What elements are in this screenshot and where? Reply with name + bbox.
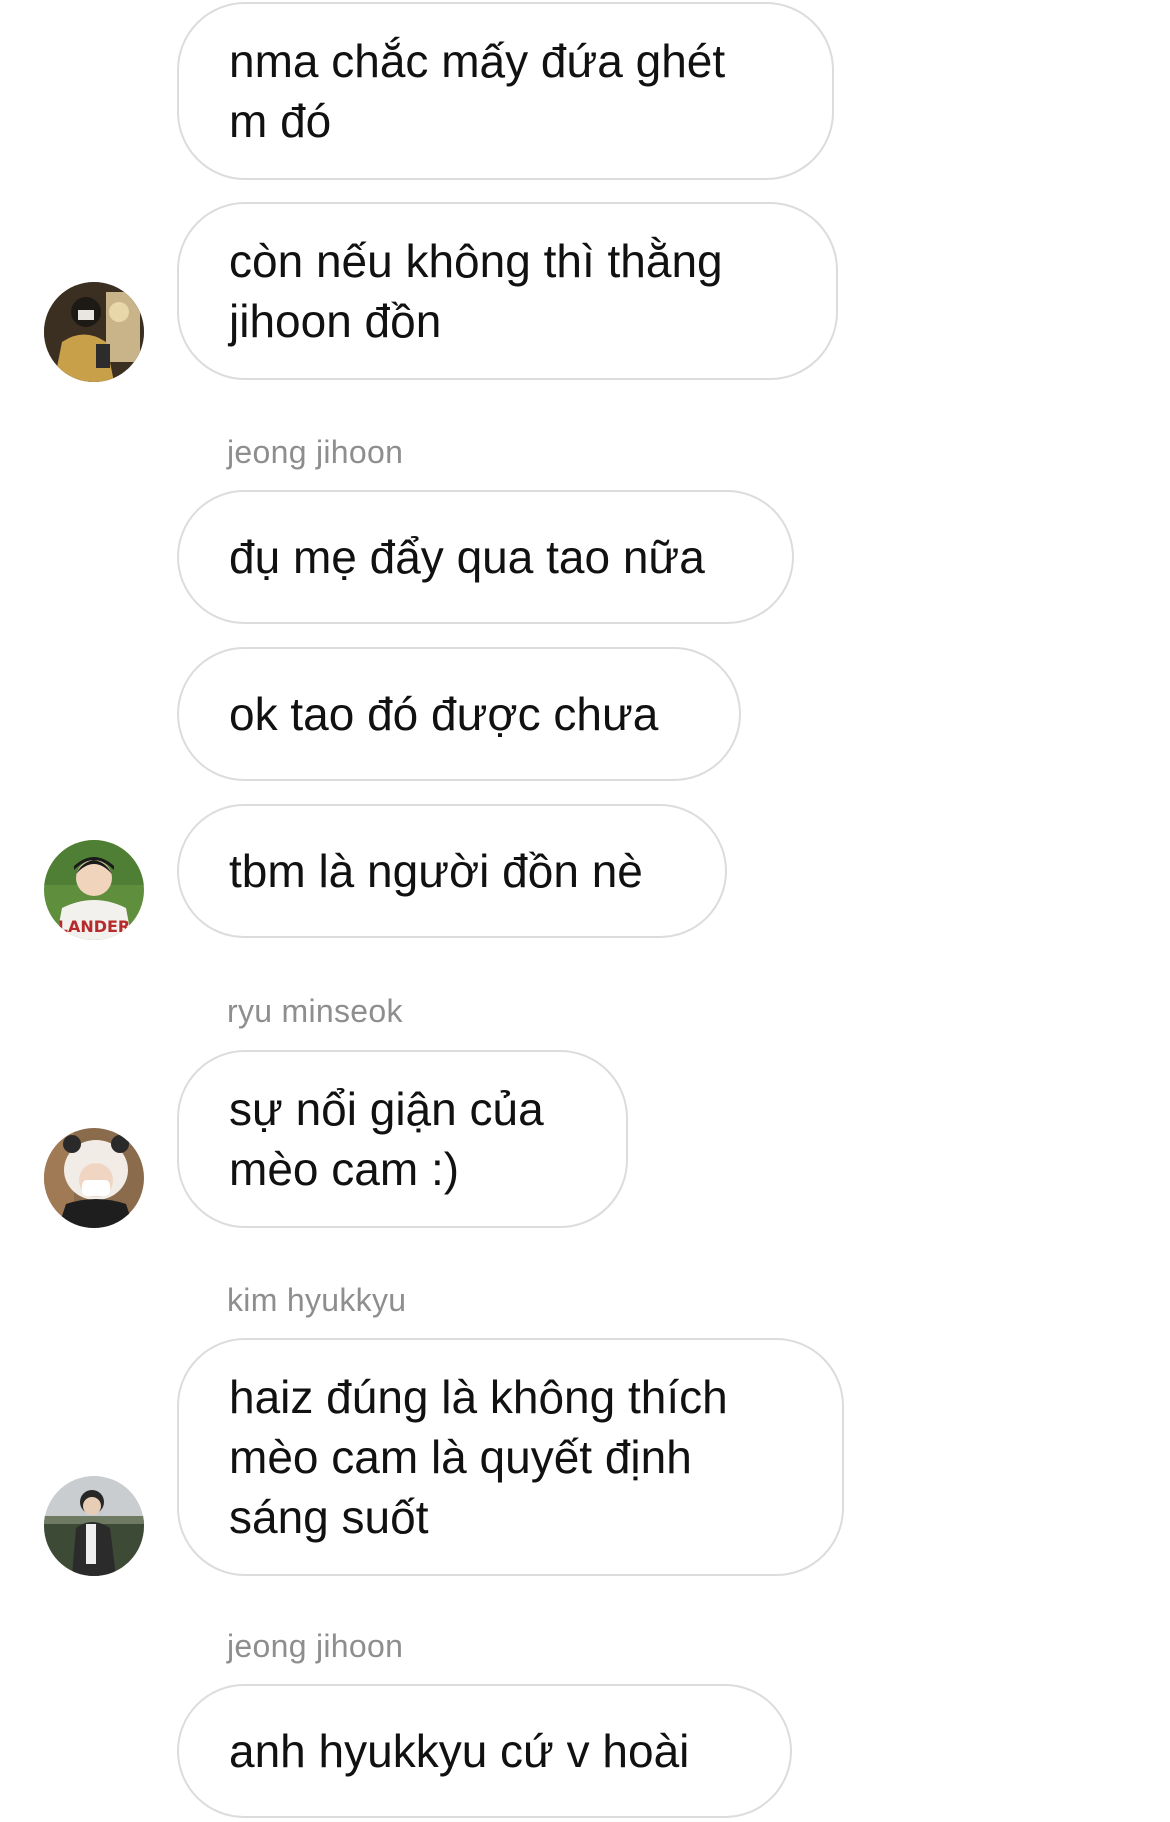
- message-text: còn nếu không thì thằng jihoon đồn: [229, 235, 723, 347]
- message-text: anh hyukkyu cứ v hoài: [229, 1725, 690, 1777]
- message-bubble[interactable]: anh hyukkyu cứ v hoài: [177, 1684, 792, 1818]
- message-text: ok tao đó được chưa: [229, 688, 659, 740]
- user-avatar-photo-icon: [44, 1128, 144, 1228]
- message-text: nma chắc mấy đứa ghét m đó: [229, 35, 726, 147]
- avatar[interactable]: [44, 1128, 144, 1228]
- message-bubble[interactable]: còn nếu không thì thằng jihoon đồn: [177, 202, 838, 380]
- message-bubble[interactable]: ok tao đó được chưa: [177, 647, 741, 781]
- message-bubble[interactable]: nma chắc mấy đứa ghét m đó: [177, 2, 834, 180]
- avatar[interactable]: [44, 1476, 144, 1576]
- chat-thread: nma chắc mấy đứa ghét m đó còn nếu không…: [0, 0, 1170, 1822]
- user-avatar-photo-icon: [44, 282, 144, 382]
- message-text: đụ mẹ đẩy qua tao nữa: [229, 531, 705, 583]
- user-avatar-photo-icon: [44, 1476, 144, 1576]
- sender-name: jeong jihoon: [227, 434, 404, 470]
- user-avatar-photo-icon: LANDER: [44, 840, 144, 940]
- message-text: haiz đúng là không thích mèo cam là quyế…: [229, 1371, 728, 1543]
- sender-name: ryu minseok: [227, 993, 403, 1029]
- sender-name: kim hyukkyu: [227, 1282, 407, 1318]
- message-text: tbm là người đồn nè: [229, 845, 643, 897]
- message-text: sự nổi giận của mèo cam :): [229, 1083, 544, 1195]
- message-bubble[interactable]: haiz đúng là không thích mèo cam là quyế…: [177, 1338, 844, 1576]
- avatar[interactable]: LANDER: [44, 840, 144, 940]
- svg-text:LANDER: LANDER: [58, 917, 131, 936]
- message-bubble[interactable]: sự nổi giận của mèo cam :): [177, 1050, 628, 1228]
- message-bubble[interactable]: đụ mẹ đẩy qua tao nữa: [177, 490, 794, 624]
- sender-name: jeong jihoon: [227, 1628, 404, 1664]
- avatar[interactable]: [44, 282, 144, 382]
- message-bubble[interactable]: tbm là người đồn nè: [177, 804, 727, 938]
